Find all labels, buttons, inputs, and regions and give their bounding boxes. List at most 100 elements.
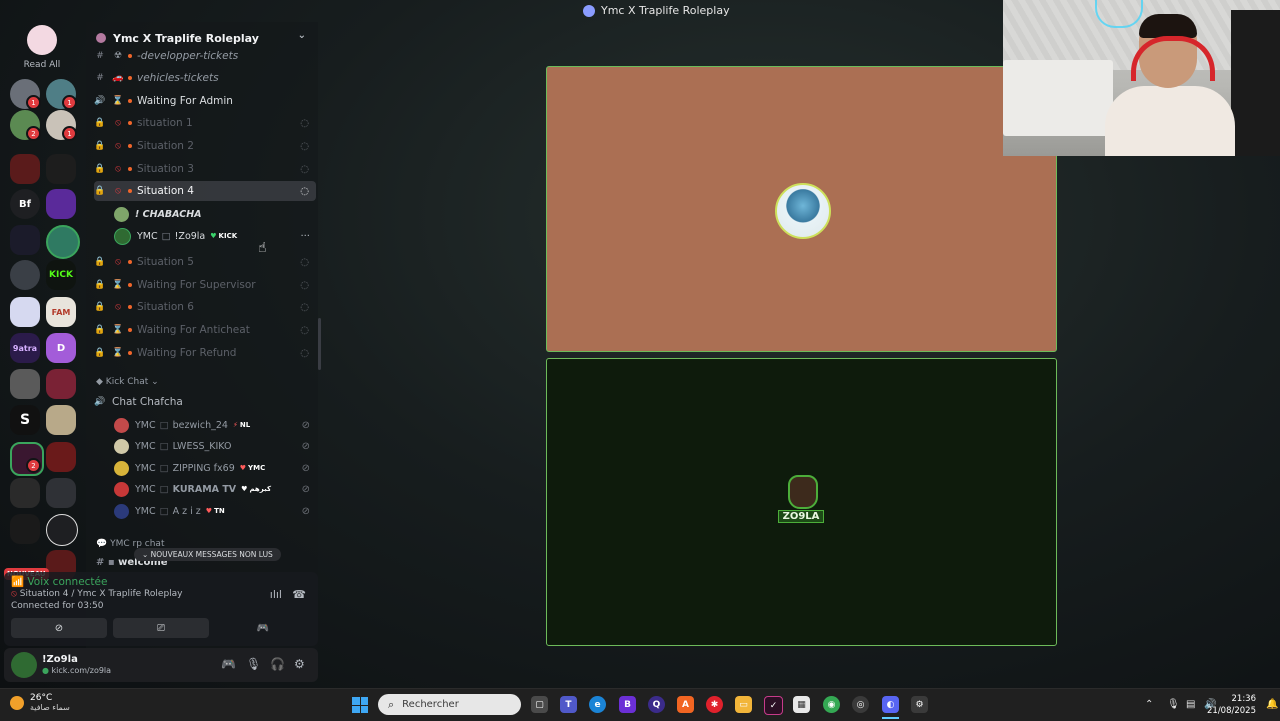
server-icon-kick[interactable]: KICK [46, 260, 76, 290]
camera-off-button[interactable]: ⊘ [11, 618, 107, 638]
app-icon[interactable]: B [619, 696, 636, 713]
teams-icon[interactable]: T [560, 696, 577, 713]
network-icon[interactable]: ▤ [1186, 699, 1195, 710]
chevron-up-icon[interactable]: ⌃ [1145, 699, 1153, 710]
discord-icon [583, 4, 595, 17]
taskbar-search[interactable]: ⌕ Rechercher [378, 694, 521, 715]
server-icon[interactable] [46, 154, 76, 184]
hidden-eye-icon[interactable]: ◌ [300, 141, 309, 152]
chevron-down-icon[interactable]: ⌄ [298, 30, 306, 41]
server-icon[interactable] [10, 154, 40, 184]
channel-chat-chafcha[interactable]: 🔊 Chat Chafcha [94, 392, 316, 412]
channel-situation-6[interactable]: 🔒 ⦸ Situation 6 ◌ [94, 297, 316, 317]
more-options-icon[interactable]: ··· [300, 231, 310, 242]
hidden-eye-icon[interactable]: ◌ [300, 280, 309, 291]
hidden-eye-icon[interactable]: ◌ [300, 186, 309, 197]
channel-situation-5[interactable]: 🔒 ⦸ Situation 5 ◌ [94, 252, 316, 272]
hidden-eye-icon[interactable]: ◌ [300, 118, 309, 129]
channel-situation-3[interactable]: 🔒 ⦸ Situation 3 ◌ [94, 159, 316, 179]
voice-location[interactable]: ⦸ Situation 4 / Ymc X Traplife Roleplay [11, 589, 183, 599]
discord-icon[interactable]: ◐ [882, 696, 899, 713]
server-icon[interactable] [10, 514, 40, 544]
microphone-icon[interactable]: 🎙 [1167, 699, 1180, 710]
channel-situation-1[interactable]: 🔒 ⦸ situation 1 ◌ [94, 113, 316, 133]
channel-vehicles-tickets[interactable]: # 🚗 vehicles-tickets [94, 68, 316, 88]
hidden-eye-icon[interactable]: ◌ [300, 348, 309, 359]
gamepad-icon[interactable]: 🎮 [221, 657, 236, 671]
new-messages-banner[interactable]: ⌄ NOUVEAUX MESSAGES NON LUS [134, 548, 281, 561]
app-icon[interactable]: A [677, 696, 694, 713]
server-icon[interactable] [46, 369, 76, 399]
user-panel: !Zo9la ● kick.com/zo9la 🎮 🎙 🎧 ⚙ [4, 648, 318, 682]
chrome-icon[interactable]: ◉ [823, 696, 840, 713]
server-icon-fam[interactable]: FAM [46, 297, 76, 327]
settings-icon[interactable]: ⚙ [911, 696, 928, 713]
edge-icon[interactable]: e [589, 696, 606, 713]
video-tile-participant-2[interactable]: ZO9LA [546, 358, 1057, 646]
hidden-eye-icon[interactable]: ◌ [300, 325, 309, 336]
voice-user-chabacha[interactable]: ! CHABACHA [114, 204, 314, 224]
voice-user[interactable]: YMC □ LWESS_KIKO ⊘ [114, 436, 314, 456]
avatar[interactable] [11, 652, 37, 678]
hidden-eye-icon[interactable]: ◌ [300, 164, 309, 175]
gear-icon[interactable]: ⚙ [294, 657, 305, 671]
channel-waiting-for-admin[interactable]: 🔊 ⌛ Waiting For Admin [94, 91, 316, 111]
server-icon[interactable] [46, 405, 76, 435]
server-icon[interactable] [46, 514, 78, 546]
server-icon-bf[interactable]: Bf [10, 189, 40, 219]
server-icon[interactable]: S [10, 405, 40, 435]
microphone-icon[interactable]: 🎙 [246, 657, 261, 671]
file-explorer-icon[interactable]: ▭ [735, 696, 752, 713]
voice-user[interactable]: YMC □ KURAMA TV ♥ كبرهم ⊘ [114, 479, 314, 499]
taskbar-clock[interactable]: 21:36 21/08/2025 [1207, 693, 1256, 717]
voice-user-zo9la[interactable]: YMC □ !Zo9la ♥ KICK ··· [114, 226, 314, 246]
channel-waiting-for-supervisor[interactable]: 🔒 ⌛ Waiting For Supervisor ◌ [94, 275, 316, 295]
home-avatar[interactable] [27, 25, 57, 55]
server-icon[interactable] [10, 478, 40, 508]
user-tag: YMC [135, 462, 156, 474]
server-header[interactable]: Ymc X Traplife Roleplay ⌄ [96, 30, 310, 46]
channel-waiting-for-anticheat[interactable]: 🔒 ⌛ Waiting For Anticheat ◌ [94, 320, 316, 340]
screen-share-button[interactable]: ⎚ [113, 618, 209, 638]
store-icon[interactable]: ▦ [793, 696, 810, 713]
category-kick-chat[interactable]: ◆ Kick Chat ⌄ [96, 377, 159, 387]
voice-user[interactable]: YMC □ A z i z ♥ TN ⊘ [114, 501, 314, 521]
hidden-eye-icon[interactable]: ◌ [300, 302, 309, 313]
server-icon[interactable] [46, 189, 76, 219]
user-name[interactable]: !Zo9la [42, 654, 78, 665]
activities-button[interactable]: 🎮 [215, 618, 311, 638]
task-view-icon[interactable]: ▢ [531, 696, 548, 713]
hidden-eye-icon[interactable]: ◌ [300, 257, 309, 268]
voice-status[interactable]: 📶 Voix connectée [11, 575, 107, 588]
app-icon[interactable]: Q [648, 696, 665, 713]
avatar [114, 503, 129, 519]
channel-situation-4[interactable]: 🔒 ⦸ Situation 4 ◌ [94, 181, 316, 201]
app-icon[interactable]: ✓ [764, 696, 783, 715]
server-icon[interactable] [10, 297, 40, 327]
server-icon-9atra[interactable]: 9atra [10, 333, 40, 363]
video-tile-participant-1[interactable] [546, 66, 1057, 352]
channel-situation-2[interactable]: 🔒 ⦸ Situation 2 ◌ [94, 136, 316, 156]
voice-user[interactable]: YMC □ bezwich_24 ⚡ NL ⊘ [114, 415, 314, 435]
server-icon[interactable] [10, 225, 40, 255]
channel-scrollbar[interactable] [318, 318, 321, 370]
server-icon[interactable] [46, 442, 76, 472]
noise-suppression-icon[interactable]: ılıl [270, 588, 282, 601]
app-icon[interactable]: ◎ [852, 696, 869, 713]
server-icon[interactable] [10, 369, 40, 399]
server-icon[interactable] [46, 478, 76, 508]
server-icon[interactable] [10, 260, 40, 290]
channel-waiting-for-refund[interactable]: 🔒 ⌛ Waiting For Refund ◌ [94, 343, 316, 363]
server-icon[interactable] [10, 442, 44, 476]
notification-bell-icon[interactable]: 🔔 [1266, 699, 1278, 710]
windows-start-icon[interactable] [352, 697, 368, 713]
headphones-icon[interactable]: 🎧 [270, 657, 285, 671]
weather-widget[interactable]: 26°C سماء صافية [10, 693, 70, 712]
server-icon-active[interactable] [46, 225, 80, 259]
voice-user[interactable]: YMC □ ZIPPING fx69 ♥ YMC ⊘ [114, 458, 314, 478]
app-icon[interactable]: ✱ [706, 696, 723, 713]
read-all-button[interactable]: Read All [20, 60, 64, 70]
server-icon-d[interactable]: D [46, 333, 76, 363]
channel-developper-tickets[interactable]: # ☢ -developper-tickets [94, 46, 316, 66]
disconnect-icon[interactable]: ☎ [292, 588, 306, 601]
